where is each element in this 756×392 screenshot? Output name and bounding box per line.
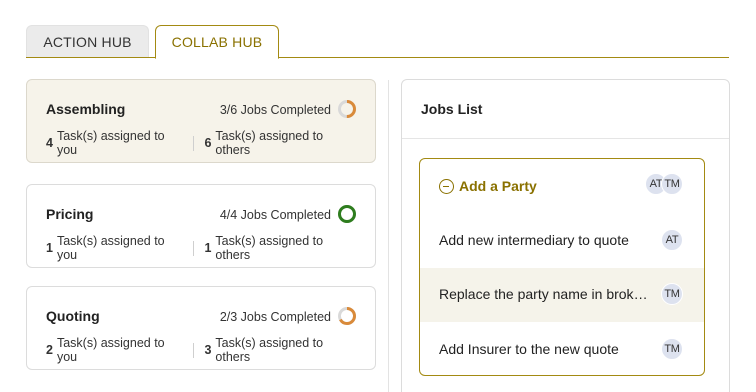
tasks-you-count: 1 (46, 241, 53, 255)
avatar: TM (661, 338, 683, 360)
tab-action-hub[interactable]: ACTION HUB (26, 25, 149, 58)
stage-card-pricing[interactable]: Pricing 4/4 Jobs Completed 1 Task(s) ass… (26, 184, 376, 268)
tasks-you-count: 2 (46, 343, 53, 357)
tasks-others-label: Task(s) assigned to others (215, 336, 324, 364)
stage-title: Pricing (46, 206, 94, 222)
tasks-you-label: Task(s) assigned to you (56, 129, 165, 157)
tasks-others-label: Task(s) assigned to others (215, 129, 324, 157)
job-group-header[interactable]: Add a Party AT TM (420, 159, 704, 214)
job-item[interactable]: Add Insurer to the new quote TM (420, 323, 704, 375)
panel-divider (388, 80, 389, 392)
avatar: TM (661, 283, 683, 305)
tasks-you-label: Task(s) assigned to you (56, 234, 165, 262)
job-item[interactable]: Replace the party name in broker account… (420, 268, 704, 322)
stage-progress-text: 4/4 Jobs Completed (219, 208, 331, 222)
stage-title: Assembling (46, 101, 126, 117)
divider (193, 135, 195, 151)
stage-card-quoting[interactable]: Quoting 2/3 Jobs Completed 2 Task(s) ass… (26, 286, 376, 370)
tab-collab-hub[interactable]: COLLAB HUB (155, 25, 279, 59)
job-group-add-a-party: Add a Party AT TM Add new intermediary t… (419, 158, 705, 376)
tasks-others-count: 3 (204, 343, 212, 357)
progress-ring-icon (338, 205, 356, 223)
stage-task-counts: 4 Task(s) assigned to you 6 Task(s) assi… (46, 129, 356, 157)
stage-progress-text: 2/3 Jobs Completed (219, 310, 331, 324)
job-item-text: Add Insurer to the new quote (439, 341, 619, 357)
tasks-you-count: 4 (46, 136, 53, 150)
jobs-list-title: Jobs List (402, 80, 729, 139)
job-item-text: Add new intermediary to quote (439, 232, 629, 248)
avatar: TM (661, 173, 683, 195)
tasks-you-label: Task(s) assigned to you (56, 336, 165, 364)
stage-card-assembling[interactable]: Assembling 3/6 Jobs Completed 4 Task(s) … (26, 79, 376, 163)
jobs-list-panel: Jobs List Add a Party AT TM Add new inte… (401, 79, 730, 392)
stage-task-counts: 1 Task(s) assigned to you 1 Task(s) assi… (46, 234, 356, 262)
stage-progress-text: 3/6 Jobs Completed (219, 103, 331, 117)
stage-title: Quoting (46, 308, 100, 324)
collapse-icon[interactable] (439, 179, 454, 194)
job-group-title: Add a Party (459, 178, 537, 194)
progress-ring-icon (338, 307, 356, 325)
progress-ring-icon (338, 100, 356, 118)
tasks-others-count: 1 (204, 241, 212, 255)
tasks-others-label: Task(s) assigned to others (215, 234, 324, 262)
job-item-text: Replace the party name in broker account (439, 286, 654, 302)
divider (193, 240, 195, 256)
divider (193, 342, 195, 358)
tasks-others-count: 6 (204, 136, 212, 150)
avatar: AT (661, 229, 683, 251)
stage-task-counts: 2 Task(s) assigned to you 3 Task(s) assi… (46, 336, 356, 364)
job-item[interactable]: Add new intermediary to quote AT (420, 214, 704, 268)
tab-underline (26, 57, 729, 58)
